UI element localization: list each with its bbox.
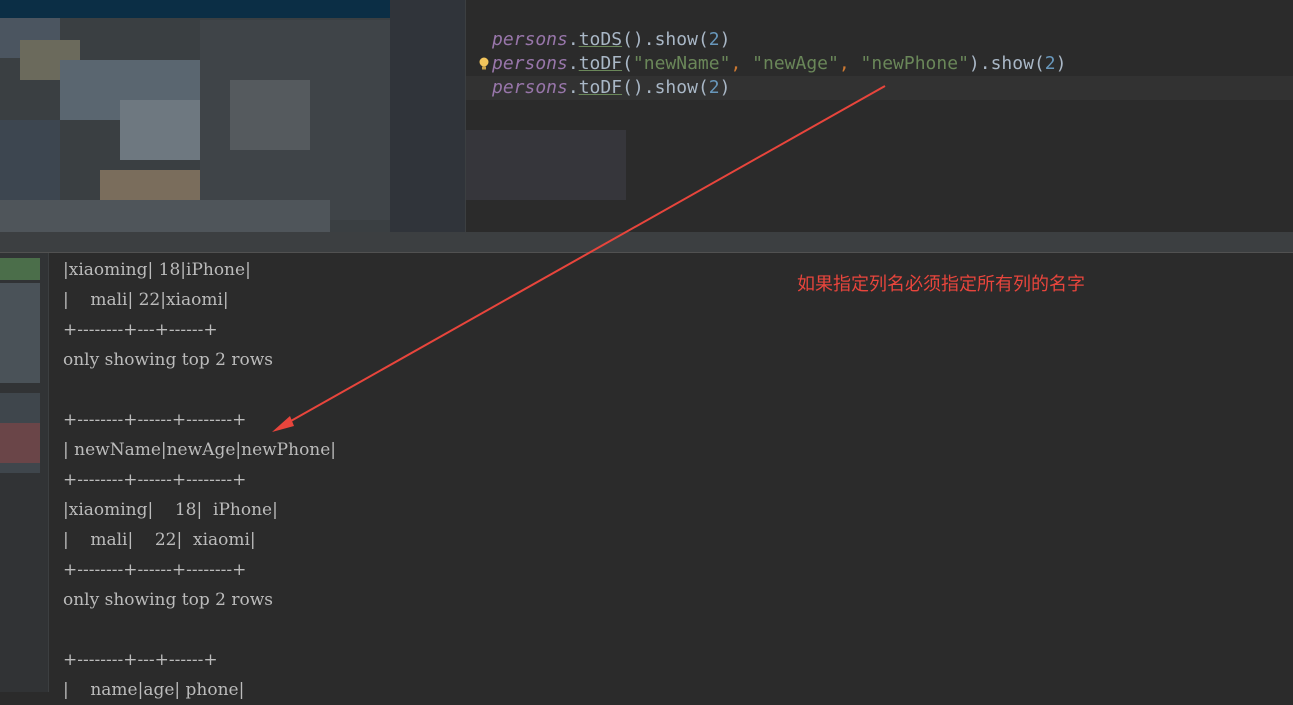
lightbulb-icon[interactable] — [478, 57, 490, 71]
code-line-2[interactable]: persons.toDF("newName", "newAge", "newPh… — [492, 52, 1066, 76]
blurred-patch — [466, 130, 626, 200]
console-line: | name|age| phone| — [63, 680, 245, 700]
console-line: +--------+---+------+ — [63, 320, 218, 340]
console-line: +--------+------+--------+ — [63, 410, 247, 430]
console-line: |xiaoming| 18|iPhone| — [63, 260, 251, 280]
console-gutter — [0, 253, 49, 692]
console-line: | mali| 22|xiaomi| — [63, 290, 229, 310]
panel-splitter[interactable] — [0, 232, 1293, 253]
annotation-text: 如果指定列名必须指定所有列的名字 — [797, 274, 1085, 295]
console-line: only showing top 2 rows — [63, 350, 273, 370]
console-line: +--------+------+--------+ — [63, 470, 247, 490]
console-line: +--------+------+--------+ — [63, 560, 247, 580]
run-console[interactable]: |xiaoming| 18|iPhone| | mali| 22|xiaomi|… — [0, 253, 1293, 700]
blurred-region — [0, 0, 465, 232]
console-line: | newName|newAge|newPhone| — [63, 440, 337, 460]
code-line-1[interactable]: persons.toDS().show(2) — [492, 28, 730, 52]
console-line: |xiaoming| 18| iPhone| — [63, 500, 278, 520]
code-editor[interactable]: persons.toDS().show(2) persons.toDF("new… — [465, 0, 1293, 232]
code-line-3[interactable]: persons.toDF().show(2) — [466, 76, 1293, 100]
console-line: only showing top 2 rows — [63, 590, 273, 610]
console-line: | mali| 22| xiaomi| — [63, 530, 256, 550]
console-line: +--------+---+------+ — [63, 650, 218, 670]
